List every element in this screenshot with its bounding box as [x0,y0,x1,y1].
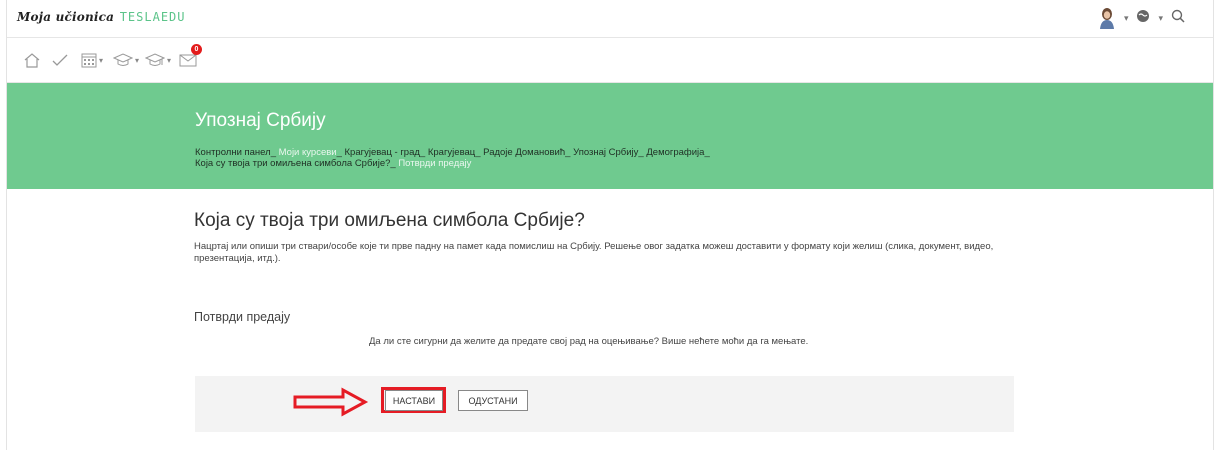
courses-caret-icon: ▾ [135,55,140,65]
calendar-icon [81,53,97,68]
messages-button[interactable]: 0 [179,44,202,70]
graduation-caret-icon: ▾ [167,55,172,65]
confirm-heading: Потврди предају [194,310,291,324]
confirm-button-panel: НАСТАВИ ОДУСТАНИ [195,376,1014,432]
breadcrumb-item-my-courses[interactable]: Моји курсеви [279,147,337,158]
search-icon[interactable] [1171,9,1185,27]
tasks-button[interactable] [51,50,69,70]
page-header-banner: Упознај Србију Контролни панел_ Моји кур… [7,83,1213,189]
assignment-title: Која су твоја три омиљена симбола Србије… [194,210,585,231]
graduation-button[interactable]: ▾ [145,50,171,70]
graduation-icon [145,53,165,66]
courses-button[interactable]: ▾ [113,50,139,70]
globe-icon[interactable] [1136,9,1150,27]
language-caret-icon[interactable]: ▾ [1158,13,1163,24]
breadcrumb-item-assignment[interactable]: Која су твоја три омиљена симбола Србије… [195,158,390,169]
user-menu-caret-icon[interactable]: ▾ [1124,13,1129,24]
messages-icon [179,54,197,67]
courses-icon [113,53,133,66]
messages-badge: 0 [191,44,202,55]
top-bar: Moja učionica TESLAEDU ▾ ▾ [7,0,1213,38]
user-controls: ▾ ▾ [1098,7,1185,29]
avatar[interactable] [1098,7,1116,29]
home-button[interactable] [23,50,41,70]
breadcrumb-item-section[interactable]: Демографија [646,147,704,158]
arrow-annotation-icon [293,387,369,417]
breadcrumb: Контролни панел_ Моји курсеви_ Крагујева… [195,147,710,169]
breadcrumb-item-dashboard[interactable]: Контролни панел [195,147,271,158]
check-icon [52,54,68,66]
continue-button[interactable]: НАСТАВИ [385,390,443,411]
site-logo[interactable]: Moja učionica TESLAEDU [17,10,186,24]
cancel-button[interactable]: ОДУСТАНИ [458,390,528,411]
breadcrumb-item-kragujevac[interactable]: Крагујевац [428,147,475,158]
breadcrumb-item-course[interactable]: Упознај Србију [573,147,638,158]
assignment-description: Нацртај или опиши три ствари/особе које … [194,241,994,264]
page-frame-right [1213,0,1214,450]
breadcrumb-item-school[interactable]: Радоје Домановић [483,147,565,158]
calendar-caret-icon: ▾ [99,55,104,65]
breadcrumb-item-kragujevac-city[interactable]: Крагујевац - град [345,147,420,158]
home-icon [24,53,40,68]
breadcrumb-item-current: Потврди предају [398,158,472,169]
page-title: Упознај Србију [195,110,326,131]
confirm-message: Да ли сте сигурни да желите да предате с… [369,336,809,347]
logo-script: Moja učionica [17,10,115,24]
quick-toolbar: ▾ ▾ ▾ 0 [7,38,1213,83]
calendar-button[interactable]: ▾ [81,50,103,70]
logo-brand: TESLAEDU [119,10,186,24]
